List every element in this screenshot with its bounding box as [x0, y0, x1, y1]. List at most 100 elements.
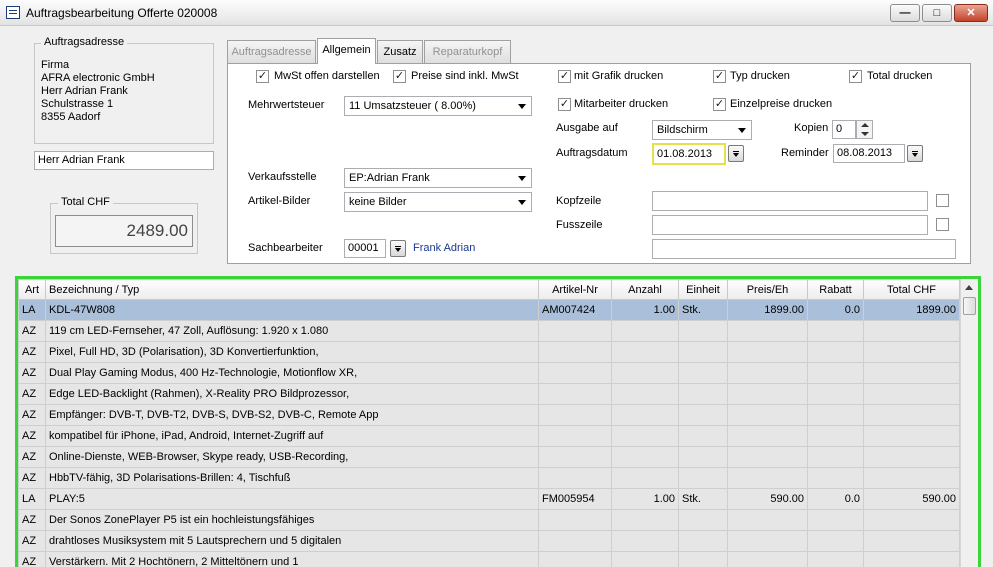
fusszeile-field[interactable] — [652, 215, 928, 235]
cell-col-rabatt[interactable] — [807, 467, 864, 489]
cell-col-rabatt[interactable] — [807, 509, 864, 531]
header-col-einheit[interactable]: Einheit — [678, 279, 728, 300]
cell-col-art[interactable]: AZ — [18, 362, 46, 384]
minimize-button[interactable]: — — [890, 4, 920, 22]
cell-col-artikel-nr[interactable] — [538, 467, 612, 489]
cell-col-bezeichnung[interactable]: Dual Play Gaming Modus, 400 Hz-Technolog… — [45, 362, 539, 384]
cell-col-artikel-nr[interactable]: AM007424 — [538, 299, 612, 321]
cell-col-artikel-nr[interactable] — [538, 551, 612, 567]
tab-auftragsadresse[interactable]: Auftragsadresse — [227, 40, 316, 64]
cell-col-preis[interactable] — [727, 446, 808, 468]
total-checkbox[interactable]: ✓ — [849, 70, 862, 83]
cell-col-artikel-nr[interactable] — [538, 341, 612, 363]
table-row[interactable]: LA KDL-47W808 AM007424 1.00 Stk. 1899.00 0.0 18… — [18, 299, 960, 321]
cell-col-art[interactable]: AZ — [18, 425, 46, 447]
cell-col-artikel-nr[interactable] — [538, 404, 612, 426]
cell-col-total[interactable]: 590.00 — [863, 488, 960, 510]
cell-col-preis[interactable]: 1899.00 — [727, 299, 808, 321]
cell-col-anzahl[interactable] — [611, 341, 679, 363]
cell-col-art[interactable]: LA — [18, 488, 46, 510]
cell-col-preis[interactable] — [727, 467, 808, 489]
table-row[interactable]: AZ Der Sonos ZonePlayer P5 ist ein hochle… — [18, 509, 960, 531]
close-button[interactable]: ✕ — [954, 4, 988, 22]
cell-col-total[interactable] — [863, 509, 960, 531]
table-row[interactable]: LA PLAY:5 FM005954 1.00 Stk. 590.00 0.0 590.00 — [18, 488, 960, 510]
cell-col-preis[interactable] — [727, 404, 808, 426]
cell-col-anzahl[interactable]: 1.00 — [611, 299, 679, 321]
cell-col-einheit[interactable] — [678, 404, 728, 426]
cell-col-artikel-nr[interactable] — [538, 509, 612, 531]
cell-col-rabatt[interactable] — [807, 341, 864, 363]
header-col-artikel-nr[interactable]: Artikel-Nr — [538, 279, 612, 300]
cell-col-rabatt[interactable] — [807, 446, 864, 468]
cell-col-bezeichnung[interactable]: Edge LED-Backlight (Rahmen), X-Reality P… — [45, 383, 539, 405]
cell-col-artikel-nr[interactable] — [538, 530, 612, 552]
preise-inkl-checkbox[interactable]: ✓ — [393, 70, 406, 83]
cell-col-anzahl[interactable] — [611, 404, 679, 426]
app-icon[interactable] — [6, 6, 20, 19]
spin-down-icon[interactable] — [861, 132, 869, 136]
cell-col-artikel-nr[interactable]: FM005954 — [538, 488, 612, 510]
cell-col-art[interactable]: AZ — [18, 320, 46, 342]
cell-col-einheit[interactable] — [678, 341, 728, 363]
cell-col-preis[interactable] — [727, 551, 808, 567]
table-row[interactable]: AZ Pixel, Full HD, 3D (Polarisation), 3D … — [18, 341, 960, 363]
table-row[interactable]: AZ Edge LED-Backlight (Rahmen), X-Reality… — [18, 383, 960, 405]
tab-zusatz[interactable]: Zusatz — [377, 40, 423, 64]
cell-col-einheit[interactable] — [678, 320, 728, 342]
cell-col-art[interactable]: LA — [18, 299, 46, 321]
cell-col-rabatt[interactable]: 0.0 — [807, 488, 864, 510]
cell-col-preis[interactable] — [727, 509, 808, 531]
cell-col-artikel-nr[interactable] — [538, 383, 612, 405]
cell-col-bezeichnung[interactable]: Empfänger: DVB-T, DVB-T2, DVB-S, DVB-S2,… — [45, 404, 539, 426]
cell-col-bezeichnung[interactable]: KDL-47W808 — [45, 299, 539, 321]
cell-col-artikel-nr[interactable] — [538, 320, 612, 342]
cell-col-artikel-nr[interactable] — [538, 362, 612, 384]
cell-col-rabatt[interactable] — [807, 404, 864, 426]
einzelpreise-checkbox[interactable]: ✓ — [713, 98, 726, 111]
cell-col-bezeichnung[interactable]: Pixel, Full HD, 3D (Polarisation), 3D Ko… — [45, 341, 539, 363]
header-col-bezeichnung[interactable]: Bezeichnung / Typ — [45, 279, 539, 300]
kopien-spinner[interactable] — [856, 120, 873, 139]
header-col-total[interactable]: Total CHF — [863, 279, 960, 300]
auftragsdatum-picker-button[interactable] — [728, 145, 744, 162]
ausgabe-select[interactable]: Bildschirm — [652, 120, 752, 140]
cell-col-bezeichnung[interactable]: kompatibel für iPhone, iPad, Android, In… — [45, 425, 539, 447]
cell-col-preis[interactable] — [727, 341, 808, 363]
cell-col-artikel-nr[interactable] — [538, 425, 612, 447]
cell-col-anzahl[interactable] — [611, 467, 679, 489]
cell-col-art[interactable]: AZ — [18, 341, 46, 363]
cell-col-artikel-nr[interactable] — [538, 446, 612, 468]
cell-col-anzahl[interactable] — [611, 425, 679, 447]
cell-col-art[interactable]: AZ — [18, 383, 46, 405]
table-row[interactable]: AZ Dual Play Gaming Modus, 400 Hz-Technol… — [18, 362, 960, 384]
header-col-rabatt[interactable]: Rabatt — [807, 279, 864, 300]
cell-col-bezeichnung[interactable]: Verstärkern. Mit 2 Hochtönern, 2 Mittelt… — [45, 551, 539, 567]
cell-col-anzahl[interactable] — [611, 320, 679, 342]
cell-col-bezeichnung[interactable]: PLAY:5 — [45, 488, 539, 510]
cell-col-einheit[interactable] — [678, 530, 728, 552]
sachbearbeiter-picker-button[interactable] — [390, 240, 406, 257]
table-row[interactable]: AZ 119 cm LED-Fernseher, 47 Zoll, Auflösu… — [18, 320, 960, 342]
cell-col-preis[interactable] — [727, 425, 808, 447]
mit-grafik-checkbox[interactable]: ✓ — [558, 70, 571, 83]
cell-col-anzahl[interactable] — [611, 509, 679, 531]
cell-col-bezeichnung[interactable]: 119 cm LED-Fernseher, 47 Zoll, Auflösung… — [45, 320, 539, 342]
mwst-offen-checkbox[interactable]: ✓ — [256, 70, 269, 83]
cell-col-rabatt[interactable] — [807, 551, 864, 567]
cell-col-einheit[interactable] — [678, 551, 728, 567]
table-row[interactable]: AZ Empfänger: DVB-T, DVB-T2, DVB-S, DVB-S… — [18, 404, 960, 426]
header-col-preis[interactable]: Preis/Eh — [727, 279, 808, 300]
cell-col-anzahl[interactable]: 1.00 — [611, 488, 679, 510]
cell-col-einheit[interactable] — [678, 362, 728, 384]
cell-col-art[interactable]: AZ — [18, 467, 46, 489]
fusszeile-checkbox[interactable] — [936, 218, 949, 231]
mwst-select[interactable]: 11 Umsatzsteuer ( 8.00%) — [344, 96, 532, 116]
table-row[interactable]: AZ HbbTV-fähig, 3D Polarisations-Brillen:… — [18, 467, 960, 489]
tab-reparaturkopf[interactable]: Reparaturkopf — [424, 40, 511, 64]
cell-col-rabatt[interactable]: 0.0 — [807, 299, 864, 321]
vertical-scrollbar[interactable] — [960, 279, 978, 567]
cell-col-total[interactable] — [863, 383, 960, 405]
cell-col-einheit[interactable] — [678, 446, 728, 468]
kopien-field[interactable]: 0 — [832, 120, 856, 139]
